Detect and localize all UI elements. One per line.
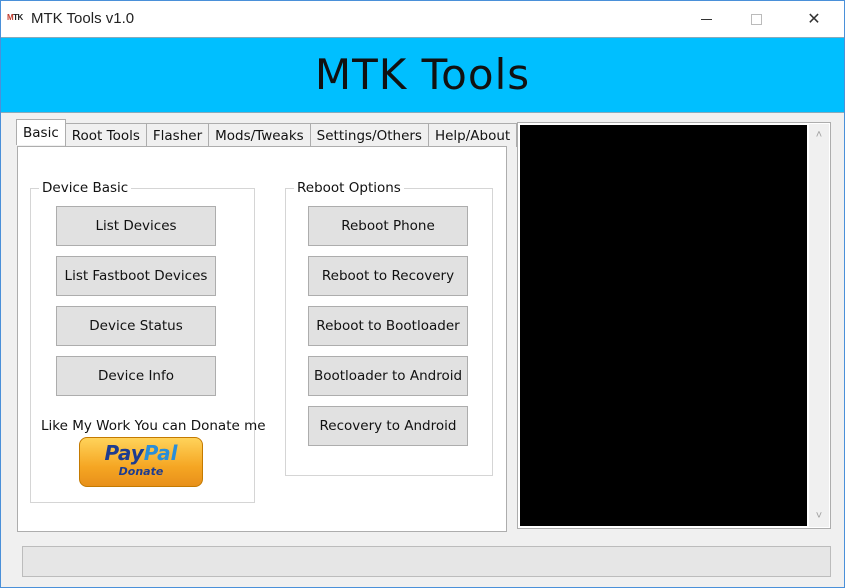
banner-title: MTK Tools (314, 50, 531, 99)
scroll-down-icon[interactable]: ˅ (813, 510, 825, 522)
title-bar[interactable]: MTK MTK Tools v1.0 ✕ (1, 1, 844, 37)
basic-tab-panel: Device Basic List Devices List Fastboot … (17, 146, 507, 532)
paypal-donate-button[interactable]: PayPal Donate (79, 437, 203, 487)
paypal-logo: PayPal (80, 438, 202, 465)
tab-flasher[interactable]: Flasher (145, 123, 210, 147)
paypal-donate-label: Donate (118, 465, 164, 478)
bootloader-to-android-button[interactable]: Bootloader to Android (308, 356, 468, 396)
console-output-area[interactable] (520, 125, 807, 526)
device-info-button[interactable]: Device Info (56, 356, 216, 396)
maximize-icon (750, 13, 762, 25)
tab-strip: Basic Root Tools Flasher Mods/Tweaks Set… (16, 119, 518, 147)
paypal-pay: Pay (104, 441, 144, 465)
list-fastboot-devices-button[interactable]: List Fastboot Devices (56, 256, 216, 296)
output-console[interactable]: ˄ ˅ (517, 122, 831, 529)
tab-root-tools[interactable]: Root Tools (64, 123, 147, 147)
list-devices-button[interactable]: List Devices (56, 206, 216, 246)
paypal-pal: Pal (143, 441, 178, 465)
donate-text: Like My Work You can Donate me (41, 418, 266, 434)
device-basic-group: Device Basic List Devices List Fastboot … (30, 180, 266, 503)
reboot-to-bootloader-button[interactable]: Reboot to Bootloader (308, 306, 468, 346)
close-button[interactable]: ✕ (791, 1, 837, 37)
app-logo-icon: MTK (7, 13, 25, 23)
tab-help-about[interactable]: Help/About (427, 123, 518, 147)
device-basic-label: Device Basic (39, 180, 132, 196)
minimize-icon (700, 18, 712, 20)
scroll-up-icon[interactable]: ˄ (813, 129, 825, 141)
app-logo-tk: TK (13, 13, 23, 22)
reboot-phone-button[interactable]: Reboot Phone (308, 206, 468, 246)
header-banner: MTK Tools (1, 37, 844, 113)
window-title: MTK Tools v1.0 (31, 10, 135, 27)
progress-bar (22, 546, 831, 577)
tab-settings-others[interactable]: Settings/Others (309, 123, 429, 147)
tab-mods-tweaks[interactable]: Mods/Tweaks (208, 123, 311, 147)
close-icon: ✕ (807, 11, 821, 28)
console-scrollbar[interactable]: ˄ ˅ (809, 124, 829, 527)
recovery-to-android-button[interactable]: Recovery to Android (308, 406, 468, 446)
tab-basic[interactable]: Basic (16, 119, 66, 145)
maximize-button[interactable] (733, 1, 779, 37)
device-status-button[interactable]: Device Status (56, 306, 216, 346)
reboot-to-recovery-button[interactable]: Reboot to Recovery (308, 256, 468, 296)
minimize-button[interactable] (683, 1, 729, 37)
app-window: MTK MTK Tools v1.0 ✕ MTK Tools Basic Roo… (0, 0, 845, 588)
reboot-options-label: Reboot Options (294, 180, 404, 196)
reboot-options-group: Reboot Options Reboot Phone Reboot to Re… (285, 180, 493, 476)
